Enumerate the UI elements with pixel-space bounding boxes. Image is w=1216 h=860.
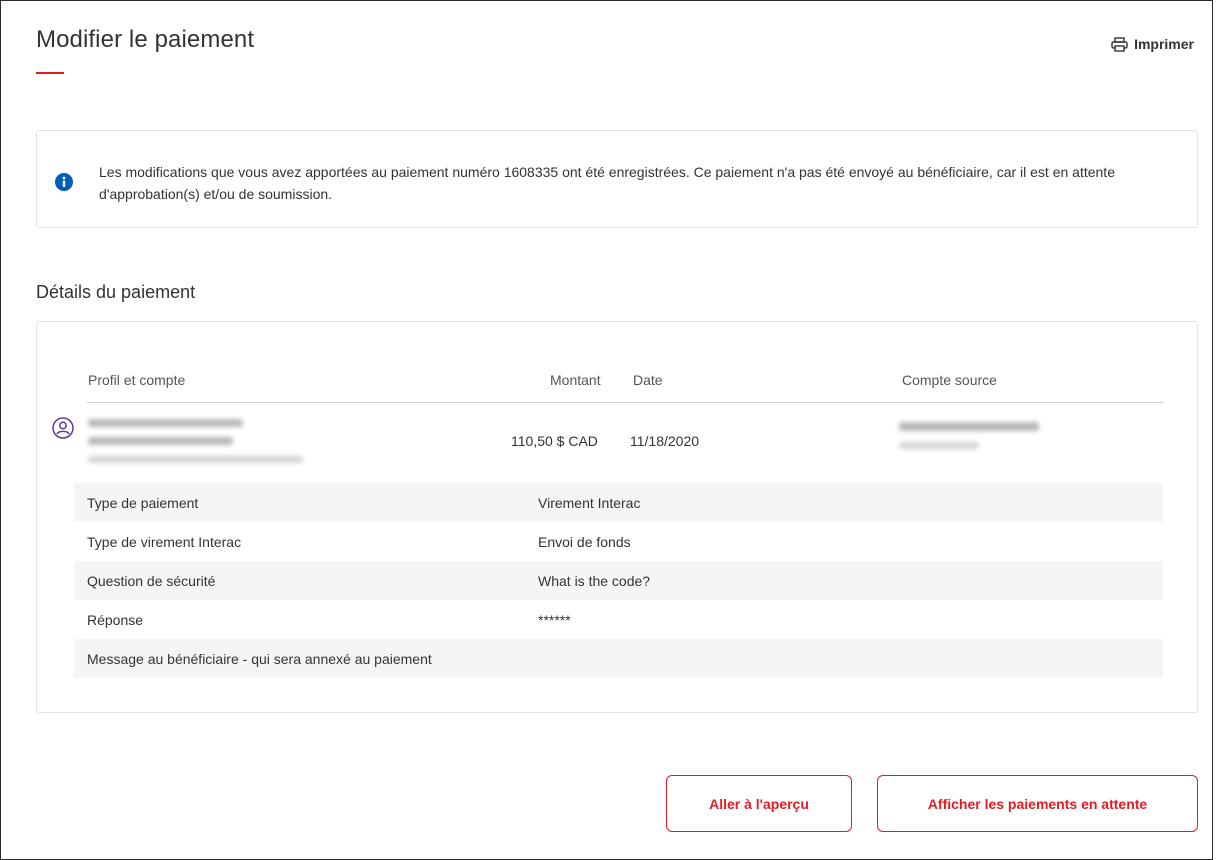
detail-label: Réponse [87, 611, 144, 628]
detail-label: Message au bénéficiaire - qui sera annex… [87, 650, 432, 667]
print-label: Imprimer [1134, 36, 1194, 52]
column-header-profile: Profil et compte [88, 372, 186, 388]
print-button[interactable]: Imprimer [1111, 36, 1194, 52]
detail-label: Question de sécurité [87, 572, 216, 589]
column-header-source-account: Compte source [902, 372, 997, 388]
detail-row-payment-type: Type de paiement Virement Interac [74, 483, 1163, 522]
detail-row-interac-type: Type de virement Interac Envoi de fonds [74, 522, 1163, 561]
header-divider [87, 402, 1163, 403]
detail-value: Virement Interac [538, 494, 641, 511]
printer-icon [1111, 36, 1128, 52]
detail-label: Type de virement Interac [87, 533, 242, 550]
view-pending-payments-button[interactable]: Afficher les paiements en attente [877, 775, 1198, 832]
payment-details-card: Profil et compte Montant Date Compte sou… [36, 321, 1198, 713]
column-header-amount: Montant [550, 372, 601, 388]
detail-value: What is the code? [538, 572, 651, 589]
detail-row-answer: Réponse ****** [74, 600, 1163, 639]
user-avatar-icon [52, 417, 74, 444]
detail-row-security-question: Question de sécurité What is the code? [74, 561, 1163, 600]
payment-date: 11/18/2020 [630, 433, 700, 449]
payment-amount: 110,50 $ CAD [511, 433, 598, 449]
detail-value: Envoi de fonds [538, 533, 631, 550]
detail-label: Type de paiement [87, 494, 199, 511]
alert-message: Les modifications que vous avez apportée… [99, 164, 1115, 202]
info-icon [55, 173, 73, 196]
go-to-overview-button[interactable]: Aller à l'aperçu [666, 775, 852, 832]
column-header-date: Date [633, 372, 663, 388]
confirmation-alert: Les modifications que vous avez apportée… [36, 130, 1198, 228]
section-title-payment-details: Détails du paiement [36, 282, 196, 302]
detail-value: ****** [538, 611, 571, 628]
detail-row-message: Message au bénéficiaire - qui sera annex… [74, 639, 1163, 678]
title-accent-bar [36, 72, 64, 74]
page-title: Modifier le paiement [36, 26, 255, 53]
